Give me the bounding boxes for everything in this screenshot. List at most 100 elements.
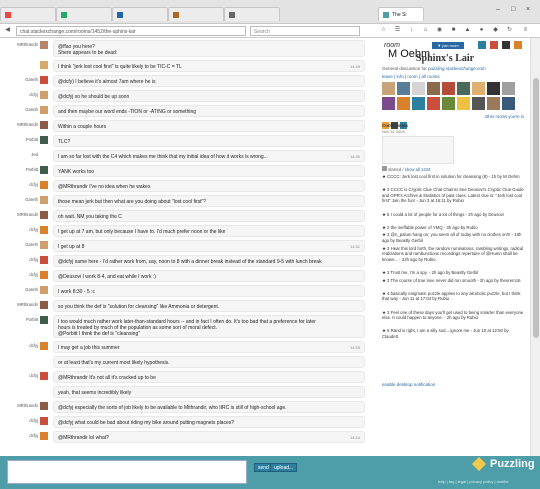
chat-message[interactable]: dcfyj @dcfyj so he should be up soon	[0, 90, 376, 102]
starred-message[interactable]: ★ 3 The course of true love never did ru…	[382, 278, 526, 284]
message-username[interactable]: dcfyj	[0, 343, 38, 348]
present-user-avatar[interactable]	[502, 82, 515, 95]
chat-message[interactable]: Porbitt YANK works too	[0, 165, 376, 177]
chat-message[interactable]: MRthrandir Within a couple hours	[0, 120, 376, 132]
avatar[interactable]	[40, 271, 48, 279]
chat-message[interactable]: yeah, that seems incredibly likely	[0, 386, 376, 398]
bookmarks-icon[interactable]: ☰	[394, 27, 401, 34]
present-user-avatar[interactable]	[487, 97, 500, 110]
scrollbar-thumb[interactable]	[533, 78, 539, 338]
chat-message[interactable]: dcfyj I may get a job this summer 14:53	[0, 341, 376, 353]
page-scrollbar[interactable]	[530, 38, 540, 456]
avatar[interactable]	[40, 286, 48, 294]
present-user-avatar[interactable]	[397, 82, 410, 95]
chat-message[interactable]: Porbitt TLC?	[0, 135, 376, 147]
upload-button[interactable]: upload...	[270, 463, 298, 472]
extension-icon[interactable]: ▲	[464, 27, 471, 34]
present-user-avatar[interactable]	[412, 82, 425, 95]
chat-message[interactable]: Gareth @dcfy) I believe it's almost 7am w…	[0, 75, 376, 87]
starred-message[interactable]: ★ 4 basically enigmatic puzzle applies t…	[382, 291, 526, 302]
message-username[interactable]: dcfyj	[0, 227, 38, 232]
present-user-avatar[interactable]	[502, 97, 515, 110]
show-all-starred-link[interactable]: show all 1234	[405, 167, 431, 172]
chat-transcript[interactable]: MRthrandir @ffao you here? Shere appears t…	[0, 38, 376, 456]
avatar[interactable]	[40, 226, 48, 234]
message-input[interactable]	[7, 460, 247, 484]
all-rooms-link[interactable]: all rooms	[421, 74, 439, 79]
present-user-avatar[interactable]	[427, 82, 440, 95]
present-user-avatar[interactable]	[472, 97, 485, 110]
chat-message[interactable]: dcfyj @MRthrandir lol what? 14:54	[0, 431, 376, 443]
user-avatar[interactable]	[514, 41, 522, 49]
avatar[interactable]	[40, 241, 48, 249]
join-room-button[interactable]: ▼ join room	[432, 42, 464, 49]
extension-icon[interactable]: ■	[450, 27, 457, 34]
sync-icon[interactable]: ↻	[506, 27, 513, 34]
chat-message[interactable]: Jed I am so far lost with the C4 which ma…	[0, 150, 376, 162]
browser-tab[interactable]	[56, 7, 112, 21]
avatar[interactable]	[40, 256, 48, 264]
message-username[interactable]: MRthrandir	[0, 42, 38, 47]
avatar[interactable]	[40, 181, 48, 189]
message-username[interactable]: Porbitt	[0, 317, 38, 322]
avatar[interactable]	[40, 357, 48, 365]
home-icon[interactable]: ⌂	[422, 27, 429, 34]
avatar[interactable]	[40, 301, 48, 309]
chat-message[interactable]: dcfyj @MRthrandir I've no idea when he wa…	[0, 180, 376, 192]
enable-notification-link[interactable]: enable desktop notification	[382, 382, 435, 387]
site-brand[interactable]: Puzzling	[490, 458, 535, 470]
chat-message[interactable]: I think "jerk lost cool first" is quite …	[0, 60, 376, 72]
present-user-avatar[interactable]	[457, 82, 470, 95]
message-username[interactable]: dcfyj	[0, 433, 38, 438]
avatar[interactable]	[40, 136, 48, 144]
avatar[interactable]	[40, 196, 48, 204]
browser-tab[interactable]	[0, 7, 56, 21]
back-icon[interactable]: ◀	[4, 27, 11, 34]
other-rooms-link[interactable]: other rooms you're in	[485, 114, 524, 119]
message-username[interactable]: Gareth	[0, 77, 38, 82]
browser-tab[interactable]	[224, 7, 280, 21]
message-username[interactable]: dcfyj	[0, 257, 38, 262]
avatar[interactable]	[40, 402, 48, 410]
chat-message[interactable]: dcfyj @Deusovi I work 8-4, and eat while …	[0, 270, 376, 282]
chat-message[interactable]: Gareth I get up at 8 14:51	[0, 240, 376, 252]
user-avatar[interactable]	[478, 41, 486, 49]
message-username[interactable]: dcfyj	[0, 373, 38, 378]
avatar[interactable]	[40, 316, 48, 324]
chat-message[interactable]: Porbitt I too would much rather work late…	[0, 315, 376, 338]
present-user-avatar[interactable]	[442, 82, 455, 95]
avatar[interactable]	[40, 91, 48, 99]
leave-room-link[interactable]: leave	[382, 74, 393, 79]
message-username[interactable]: Gareth	[0, 287, 38, 292]
chat-message[interactable]: MRthrandir so you think the def is "solut…	[0, 300, 376, 312]
present-user-avatar[interactable]	[382, 97, 395, 110]
chat-message[interactable]: dcfyj @MRthrandir It's not all it's crack…	[0, 371, 376, 383]
browser-tab-active[interactable]: The Si	[378, 7, 424, 21]
starred-message[interactable]: ★ 2 Trust me, I'm a spy. - 2h ago by Bea…	[382, 270, 526, 276]
avatar[interactable]	[40, 76, 48, 84]
present-user-avatar[interactable]	[457, 97, 470, 110]
message-username[interactable]: Gareth	[0, 197, 38, 202]
browser-tab[interactable]	[168, 7, 224, 21]
chat-message[interactable]: Gareth those mean jerk but then what are …	[0, 195, 376, 207]
chat-message[interactable]: dcfyj I get up at 7 am, but only because …	[0, 225, 376, 237]
present-user-avatar[interactable]	[472, 82, 485, 95]
chat-message[interactable]: dcfyj @dcfyj same here - I'd rather work …	[0, 255, 376, 267]
avatar[interactable]	[40, 211, 48, 219]
room-description-link[interactable]: puzzling.stackexchange.com	[428, 66, 486, 71]
user-card-name[interactable]: Codinonnes	[382, 123, 408, 128]
avatar[interactable]	[40, 372, 48, 380]
starred-message[interactable]: ★ CCCC: Jerk lost cool first in solution…	[382, 174, 526, 180]
chat-message[interactable]: MRthrandir @ffao you here? Shere appears t…	[0, 40, 376, 57]
avatar[interactable]	[40, 342, 48, 350]
avatar[interactable]	[40, 61, 48, 69]
avatar[interactable]	[40, 166, 48, 174]
user-avatar[interactable]	[502, 41, 510, 49]
present-user-avatar[interactable]	[427, 97, 440, 110]
message-username[interactable]: Gareth	[0, 107, 38, 112]
avatar[interactable]	[40, 121, 48, 129]
avatar[interactable]	[40, 432, 48, 440]
starred-message[interactable]: ★ 2 @n_palum hang on; you seem all of to…	[382, 232, 526, 243]
browser-search-field[interactable]: Search	[250, 26, 360, 36]
room-info-link[interactable]: info	[396, 74, 403, 79]
